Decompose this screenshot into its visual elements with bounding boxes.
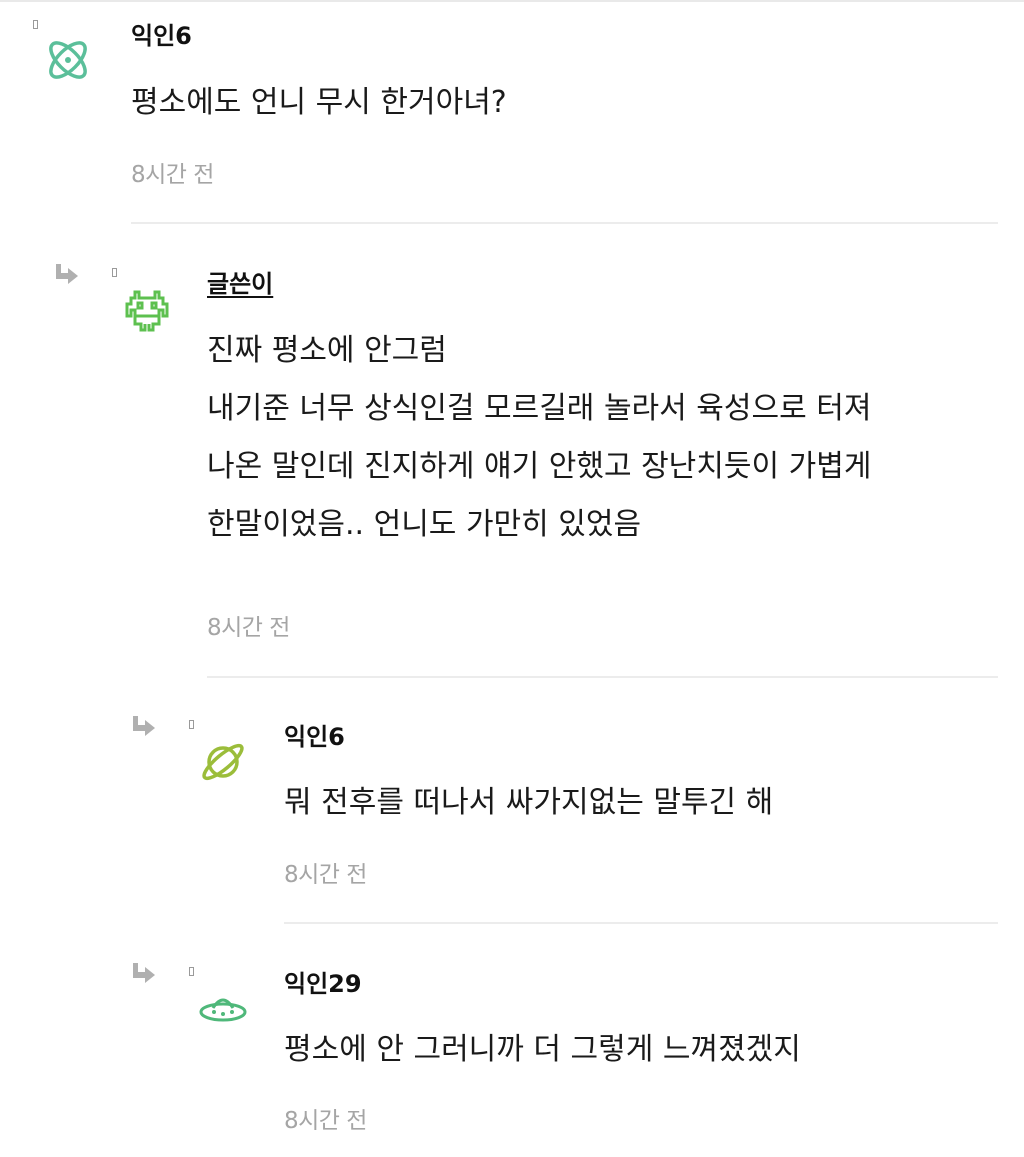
ufo-icon <box>197 984 249 1036</box>
comment-marker-icon <box>33 20 38 29</box>
comment-line: 나온 말인데 진지하게 얘기 안했고 장난치듯이 가볍게 <box>207 449 872 484</box>
comment-body: 평소에 안 그러니까 더 그렇게 느껴졌겠지 <box>284 1021 801 1079</box>
comment-line: 내기준 너무 상식인걸 모르길래 놀라서 육성으로 터져 <box>207 391 872 426</box>
comment-author[interactable]: 익인29 <box>284 969 362 999</box>
atom-icon <box>42 34 94 86</box>
comment-author[interactable]: 익인6 <box>284 722 345 752</box>
comment-divider <box>131 222 998 224</box>
comment-line: 한말이었음.. 언니도 가만히 있었음 <box>207 507 642 542</box>
comment-body: 진짜 평소에 안그럼 내기준 너무 상식인걸 모르길래 놀라서 육성으로 터져 … <box>207 322 871 554</box>
space-invader-icon <box>121 286 173 338</box>
comment-marker-icon <box>189 967 194 976</box>
comment-time: 8시간 전 <box>284 862 367 888</box>
top-divider <box>0 0 1024 2</box>
comment-line: 평소에도 언니 무시 한거아녀? <box>131 85 507 120</box>
reply-arrow-icon <box>131 963 157 985</box>
reply-arrow-icon <box>131 716 157 738</box>
comment-divider <box>284 922 998 924</box>
comment-divider <box>207 676 998 678</box>
comment-line: 뭐 전후를 떠나서 싸가지없는 말투긴 해 <box>284 785 774 820</box>
comment-body: 뭐 전후를 떠나서 싸가지없는 말투긴 해 <box>284 774 773 832</box>
planet-icon <box>197 736 249 788</box>
comment-time: 8시간 전 <box>284 1108 367 1134</box>
comment-time: 8시간 전 <box>207 615 290 641</box>
reply-arrow-icon <box>54 264 80 286</box>
comment-marker-icon <box>112 268 117 277</box>
comment-time: 8시간 전 <box>131 162 214 188</box>
comment-author[interactable]: 익인6 <box>131 21 192 51</box>
comment-line: 진짜 평소에 안그럼 <box>207 333 447 368</box>
comment-marker-icon <box>189 720 194 729</box>
comment-line: 평소에 안 그러니까 더 그렇게 느껴졌겠지 <box>284 1032 801 1067</box>
comment-body: 평소에도 언니 무시 한거아녀? <box>131 74 507 132</box>
comment-author[interactable]: 글쓴이 <box>207 269 273 299</box>
